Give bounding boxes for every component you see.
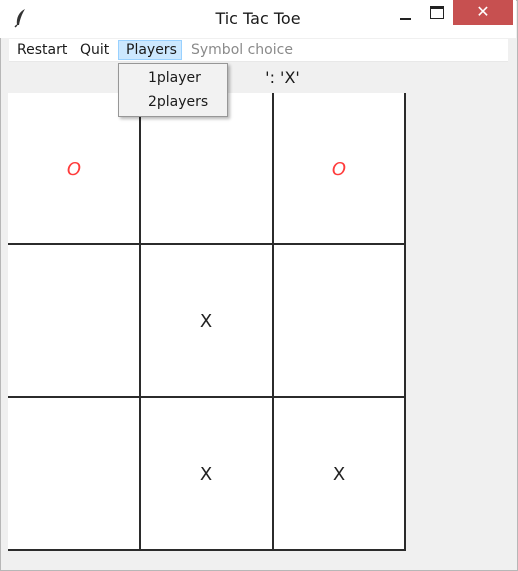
close-button[interactable]: ✕ bbox=[453, 0, 513, 25]
board-cell-5[interactable]: X bbox=[141, 246, 271, 396]
board-cell-7[interactable] bbox=[9, 399, 139, 549]
status-text: ': 'X' bbox=[265, 68, 300, 87]
grid-line-horizontal bbox=[8, 396, 406, 398]
menu-bar: Restart Quit Players Symbol choice bbox=[9, 39, 508, 62]
players-dropdown: 1player 2players bbox=[118, 63, 228, 117]
menu-item-1player[interactable]: 1player bbox=[148, 70, 201, 86]
menu-quit[interactable]: Quit bbox=[73, 40, 116, 60]
minimize-button[interactable] bbox=[390, 0, 420, 30]
menu-item-2players[interactable]: 2players bbox=[148, 94, 208, 110]
board-cell-4[interactable] bbox=[9, 246, 139, 396]
board-cell-9[interactable]: X bbox=[274, 399, 404, 549]
menu-players[interactable]: Players bbox=[118, 40, 182, 60]
title-bar[interactable]: Tic Tac Toe ✕ bbox=[0, 0, 516, 38]
board-border-bottom bbox=[8, 549, 406, 551]
board-cell-8[interactable]: X bbox=[141, 399, 271, 549]
maximize-button[interactable] bbox=[422, 0, 452, 30]
close-icon: ✕ bbox=[476, 2, 490, 21]
menu-restart[interactable]: Restart bbox=[10, 40, 74, 60]
board-cell-3[interactable]: O bbox=[274, 94, 404, 244]
board-cell-6[interactable] bbox=[274, 246, 404, 396]
board-border-right bbox=[404, 93, 406, 551]
menu-symbol-choice[interactable]: Symbol choice bbox=[184, 40, 300, 60]
